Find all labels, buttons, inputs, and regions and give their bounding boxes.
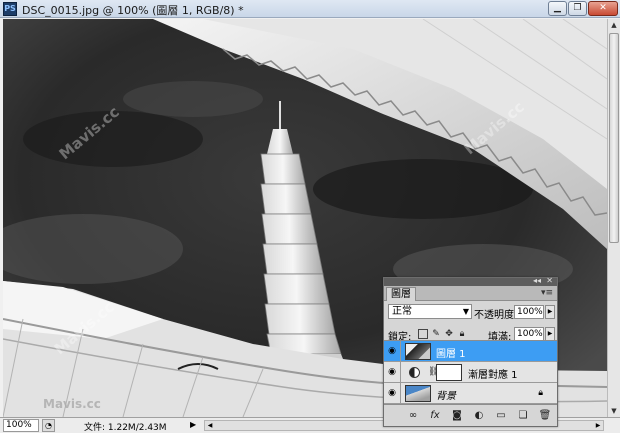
layer-name[interactable]: 背景 (436, 387, 456, 402)
zoom-input[interactable]: 100% (3, 419, 39, 432)
lock-icon: 🔒︎ (538, 388, 543, 398)
fill-slider-button[interactable]: ▶ (545, 327, 555, 341)
layer-row[interactable]: ◉ ⛓ 漸層對應 1 (384, 362, 557, 383)
layers-panel: ◂◂ ✕ 圖層 ▾≡ 正常 ▼ 不透明度: 100% ▶ 鎖定: ✎ ✥ 🔒︎ … (383, 276, 558, 427)
mask-icon[interactable]: ◙ (450, 409, 464, 422)
layer-thumbnail (405, 385, 431, 402)
gradient-map-icon (409, 367, 420, 378)
panel-menu-icon[interactable]: ▾≡ (541, 288, 553, 298)
eye-icon[interactable]: ◉ (384, 383, 401, 404)
status-info-icon[interactable]: ◔ (42, 419, 55, 432)
eye-icon[interactable]: ◉ (384, 341, 401, 362)
blend-options-row: 正常 ▼ 不透明度: 100% ▶ (384, 301, 557, 323)
link-icon[interactable]: ∞ (406, 409, 420, 422)
close-button[interactable]: ✕ (588, 1, 618, 16)
watermark: Mavis.cc (43, 397, 101, 411)
group-icon[interactable]: ▭ (494, 409, 508, 422)
fill-input[interactable]: 100% (514, 327, 544, 341)
lock-all-icon[interactable]: 🔒︎ (457, 329, 467, 339)
eye-icon[interactable]: ◉ (384, 362, 401, 383)
layer-row[interactable]: ◉ 圖層 1 (384, 341, 557, 362)
photoshop-logo-icon: PS (3, 2, 17, 16)
close-panel-icon[interactable]: ✕ (546, 276, 553, 285)
collapse-panel-icon[interactable]: ◂◂ (533, 276, 541, 285)
info-menu-arrow-icon[interactable]: ▶ (190, 420, 196, 429)
tab-layers[interactable]: 圖層 (386, 287, 416, 301)
layer-thumbnail (405, 343, 431, 360)
panel-tab-row: 圖層 ▾≡ (384, 286, 557, 301)
lock-transparency-icon[interactable] (418, 329, 428, 339)
lock-brush-icon[interactable]: ✎ (431, 329, 441, 339)
layer-name[interactable]: 漸層對應 1 (468, 366, 518, 381)
minimize-button[interactable]: ▁ (548, 1, 567, 16)
scroll-up-icon[interactable]: ▲ (608, 19, 620, 31)
layers-panel-footer: ∞ fx ◙ ◐ ▭ ❏ 🗑︎ (384, 404, 557, 426)
lock-move-icon[interactable]: ✥ (444, 329, 454, 339)
scroll-right-icon[interactable]: ▶ (593, 421, 603, 430)
vertical-scrollbar[interactable]: ▲ ▼ (607, 19, 620, 417)
restore-button[interactable]: ❐ (568, 1, 587, 16)
blend-mode-select[interactable]: 正常 ▼ (388, 304, 472, 319)
opacity-label: 不透明度: (474, 310, 518, 321)
layer-name[interactable]: 圖層 1 (436, 345, 466, 360)
blend-mode-value: 正常 (392, 306, 412, 317)
layers-list: ◉ 圖層 1 ◉ ⛓ 漸層對應 1 ◉ 背景 🔒︎ (384, 340, 557, 404)
scroll-left-icon[interactable]: ◀ (205, 421, 215, 430)
scroll-down-icon[interactable]: ▼ (608, 405, 620, 417)
new-layer-icon[interactable]: ❏ (516, 409, 530, 422)
opacity-input[interactable]: 100% (514, 305, 544, 319)
layer-row[interactable]: ◉ 背景 🔒︎ (384, 383, 557, 404)
chevron-down-icon: ▼ (462, 307, 469, 316)
adjustment-icon[interactable]: ◐ (472, 409, 486, 422)
document-titlebar[interactable]: PS DSC_0015.jpg @ 100% (圖層 1, RGB/8) * ▁… (0, 0, 620, 18)
opacity-slider-button[interactable]: ▶ (545, 305, 555, 319)
scroll-thumb[interactable] (609, 33, 619, 243)
document-title: DSC_0015.jpg @ 100% (圖層 1, RGB/8) * (22, 4, 244, 17)
fx-icon[interactable]: fx (428, 409, 442, 422)
document-info: 文件: 1.22M/2.43M (84, 423, 167, 433)
layer-mask-thumbnail[interactable] (436, 364, 462, 381)
trash-icon[interactable]: 🗑︎ (538, 409, 552, 422)
panel-grip[interactable]: ◂◂ ✕ (384, 276, 557, 286)
